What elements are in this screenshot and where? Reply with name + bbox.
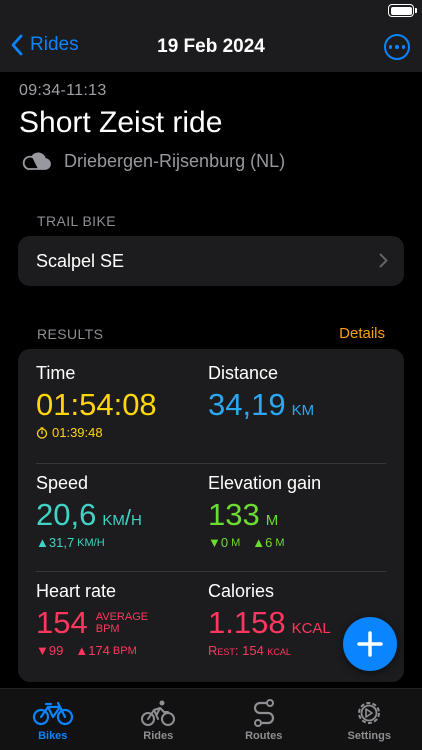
tab-settings[interactable]: Settings [317, 689, 422, 750]
elevation-range: ▼0 m ▲6 m [208, 535, 285, 550]
calories-value: 1.158 kcal [208, 605, 331, 640]
metric-calories: Calories 1.158 kcal Rest: 154 kcal [208, 581, 331, 658]
bike-name: Scalpel SE [36, 251, 125, 271]
gear-icon [358, 702, 381, 724]
metric-speed: Speed 20,6 km/h ▲31,7 km/h [36, 473, 142, 550]
calories-label: Calories [208, 581, 275, 601]
heart-rate-value: 154 Average BPM [36, 605, 149, 640]
battery-icon [388, 4, 417, 17]
results-header: RESULTS [37, 326, 104, 342]
distance-value: 34,19 km [208, 387, 315, 422]
distance-label: Distance [208, 363, 279, 383]
ride-location: Driebergen-Rijsenburg (NL) [20, 150, 285, 172]
bike-icon [32, 701, 73, 726]
route-icon [253, 699, 274, 727]
trail-bike-row[interactable]: Scalpel SE [18, 236, 404, 286]
location-label: Driebergen-Rijsenburg (NL) [64, 150, 286, 171]
ellipsis-icon [388, 45, 393, 49]
elevation-value: 133 m [208, 497, 279, 532]
metric-heart-rate: Heart rate 154 Average BPM ▼99 ▲174 bpm [36, 581, 148, 658]
tab-bar: Bikes Rides Routes Settings [0, 688, 422, 750]
time-value: 01:54:08 [36, 387, 157, 422]
cyclist-icon [141, 700, 176, 726]
heart-rate-label: Heart rate [36, 581, 117, 601]
divider [36, 463, 386, 464]
tab-routes-label: Routes [245, 730, 283, 742]
status-bar [0, 0, 422, 22]
time-label: Time [36, 363, 76, 383]
moving-time: 01:39:48 [36, 425, 157, 440]
details-link[interactable]: Details [339, 325, 385, 342]
chevron-right-icon [379, 253, 388, 268]
rest-calories: Rest: 154 kcal [208, 643, 291, 658]
speed-label: Speed [36, 473, 89, 493]
navigation-bar: Rides 19 Feb 2024 [0, 22, 422, 72]
tab-routes[interactable]: Routes [211, 689, 317, 750]
tab-settings-label: Settings [347, 730, 391, 742]
tab-bikes-label: Bikes [38, 730, 68, 742]
tab-rides[interactable]: Rides [106, 689, 212, 750]
speed-value: 20,6 km/h [36, 497, 142, 532]
tab-bikes[interactable]: Bikes [0, 689, 106, 750]
moving-time-value: 01:39:48 [52, 425, 103, 440]
metric-distance: Distance 34,19 km [208, 363, 314, 423]
ride-time-range: 09:34-11:13 [19, 82, 107, 99]
add-ride-button[interactable] [343, 617, 397, 671]
page-title: 19 Feb 2024 [157, 36, 265, 57]
ride-title: Short Zeist ride [19, 106, 223, 139]
heart-rate-range: ▼99 ▲174 bpm [36, 643, 137, 658]
metric-elevation: Elevation gain 133 m ▼0 m ▲6 m [208, 473, 321, 550]
timer-icon [36, 426, 48, 439]
more-options-button[interactable] [384, 34, 410, 60]
tab-rides-label: Rides [143, 730, 174, 742]
cloud-icon [22, 152, 51, 170]
max-speed: ▲31,7 km/h [36, 535, 105, 550]
metric-time: Time 01:54:08 01:39:48 [36, 363, 157, 440]
elevation-label: Elevation gain [208, 473, 322, 493]
divider [36, 571, 386, 572]
trail-bike-header: TRAIL BIKE [37, 213, 116, 229]
plus-icon [357, 631, 383, 657]
